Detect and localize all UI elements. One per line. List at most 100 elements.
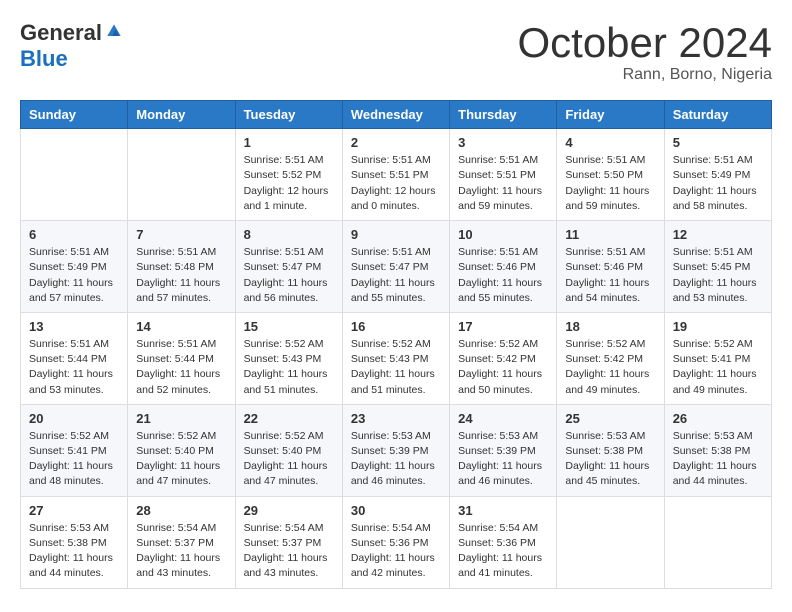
calendar-cell: 30Sunrise: 5:54 AMSunset: 5:36 PMDayligh… (342, 496, 449, 588)
calendar-cell: 12 Sunrise: 5:51 AMSunset: 5:45 PMDayligh… (664, 221, 771, 313)
calendar-cell: 18 Sunrise: 5:52 AMSunset: 5:42 PMDayligh… (557, 312, 664, 404)
day-info: Sunrise: 5:53 AMSunset: 5:39 PMDaylight:… (351, 429, 441, 490)
day-info: Sunrise: 5:51 AMSunset: 5:46 PMDaylight:… (565, 245, 655, 306)
calendar-header-saturday: Saturday (664, 101, 771, 129)
day-number: 22 (244, 411, 334, 426)
calendar-header-sunday: Sunday (21, 101, 128, 129)
day-info: Sunrise: 5:51 AMSunset: 5:50 PMDaylight:… (565, 153, 655, 214)
calendar-cell: 1 Sunrise: 5:51 AMSunset: 5:52 PMDaylight… (235, 129, 342, 221)
day-info: Sunrise: 5:51 AMSunset: 5:51 PMDaylight:… (458, 153, 548, 214)
calendar-cell: 26Sunrise: 5:53 AMSunset: 5:38 PMDayligh… (664, 404, 771, 496)
month-title: October 2024 (517, 20, 772, 66)
day-number: 4 (565, 135, 655, 150)
day-info: Sunrise: 5:53 AMSunset: 5:38 PMDaylight:… (565, 429, 655, 490)
calendar-cell: 25 Sunrise: 5:53 AMSunset: 5:38 PMDayligh… (557, 404, 664, 496)
calendar-header-tuesday: Tuesday (235, 101, 342, 129)
day-info: Sunrise: 5:51 AMSunset: 5:47 PMDaylight:… (351, 245, 441, 306)
logo-icon (104, 21, 124, 41)
calendar-cell: 4 Sunrise: 5:51 AMSunset: 5:50 PMDaylight… (557, 129, 664, 221)
day-number: 14 (136, 319, 226, 334)
calendar-cell: 17 Sunrise: 5:52 AMSunset: 5:42 PMDayligh… (450, 312, 557, 404)
day-number: 20 (29, 411, 119, 426)
calendar-cell: 16Sunrise: 5:52 AMSunset: 5:43 PMDayligh… (342, 312, 449, 404)
day-number: 10 (458, 227, 548, 242)
calendar-cell: 8 Sunrise: 5:51 AMSunset: 5:47 PMDaylight… (235, 221, 342, 313)
day-info: Sunrise: 5:52 AMSunset: 5:41 PMDaylight:… (29, 429, 119, 490)
day-info: Sunrise: 5:54 AMSunset: 5:37 PMDaylight:… (244, 521, 334, 582)
day-info: Sunrise: 5:54 AMSunset: 5:36 PMDaylight:… (458, 521, 548, 582)
calendar-header-monday: Monday (128, 101, 235, 129)
calendar-cell: 2 Sunrise: 5:51 AMSunset: 5:51 PMDaylight… (342, 129, 449, 221)
calendar-cell: 7 Sunrise: 5:51 AMSunset: 5:48 PMDaylight… (128, 221, 235, 313)
calendar-cell: 9Sunrise: 5:51 AMSunset: 5:47 PMDaylight… (342, 221, 449, 313)
day-info: Sunrise: 5:54 AMSunset: 5:37 PMDaylight:… (136, 521, 226, 582)
calendar-cell: 28Sunrise: 5:54 AMSunset: 5:37 PMDayligh… (128, 496, 235, 588)
day-info: Sunrise: 5:52 AMSunset: 5:42 PMDaylight:… (458, 337, 548, 398)
day-number: 21 (136, 411, 226, 426)
day-number: 27 (29, 503, 119, 518)
calendar-cell: 11 Sunrise: 5:51 AMSunset: 5:46 PMDayligh… (557, 221, 664, 313)
calendar-cell (664, 496, 771, 588)
calendar-week-1: 1 Sunrise: 5:51 AMSunset: 5:52 PMDaylight… (21, 129, 772, 221)
day-number: 17 (458, 319, 548, 334)
day-number: 2 (351, 135, 441, 150)
calendar-week-5: 27 Sunrise: 5:53 AMSunset: 5:38 PMDayligh… (21, 496, 772, 588)
calendar-cell: 31 Sunrise: 5:54 AMSunset: 5:36 PMDayligh… (450, 496, 557, 588)
page-header: General Blue October 2024 Rann, Borno, N… (20, 20, 772, 84)
calendar-header-thursday: Thursday (450, 101, 557, 129)
logo-blue: Blue (20, 46, 68, 71)
calendar-week-3: 13 Sunrise: 5:51 AMSunset: 5:44 PMDayligh… (21, 312, 772, 404)
day-number: 15 (244, 319, 334, 334)
day-number: 6 (29, 227, 119, 242)
day-number: 18 (565, 319, 655, 334)
day-info: Sunrise: 5:51 AMSunset: 5:48 PMDaylight:… (136, 245, 226, 306)
day-number: 23 (351, 411, 441, 426)
calendar-cell: 24Sunrise: 5:53 AMSunset: 5:39 PMDayligh… (450, 404, 557, 496)
calendar-cell (557, 496, 664, 588)
day-info: Sunrise: 5:52 AMSunset: 5:42 PMDaylight:… (565, 337, 655, 398)
day-number: 24 (458, 411, 548, 426)
calendar-cell: 3 Sunrise: 5:51 AMSunset: 5:51 PMDaylight… (450, 129, 557, 221)
calendar-header-wednesday: Wednesday (342, 101, 449, 129)
day-info: Sunrise: 5:53 AMSunset: 5:38 PMDaylight:… (673, 429, 763, 490)
calendar-cell: 20 Sunrise: 5:52 AMSunset: 5:41 PMDayligh… (21, 404, 128, 496)
calendar-cell: 22Sunrise: 5:52 AMSunset: 5:40 PMDayligh… (235, 404, 342, 496)
day-number: 13 (29, 319, 119, 334)
calendar-cell: 13 Sunrise: 5:51 AMSunset: 5:44 PMDayligh… (21, 312, 128, 404)
logo-general: General (20, 20, 102, 46)
day-number: 3 (458, 135, 548, 150)
day-number: 12 (673, 227, 763, 242)
day-info: Sunrise: 5:54 AMSunset: 5:36 PMDaylight:… (351, 521, 441, 582)
calendar-cell (21, 129, 128, 221)
day-info: Sunrise: 5:51 AMSunset: 5:47 PMDaylight:… (244, 245, 334, 306)
day-info: Sunrise: 5:51 AMSunset: 5:51 PMDaylight:… (351, 153, 441, 214)
day-number: 5 (673, 135, 763, 150)
calendar-cell: 15Sunrise: 5:52 AMSunset: 5:43 PMDayligh… (235, 312, 342, 404)
day-number: 7 (136, 227, 226, 242)
calendar-cell (128, 129, 235, 221)
day-info: Sunrise: 5:53 AMSunset: 5:38 PMDaylight:… (29, 521, 119, 582)
calendar-header-friday: Friday (557, 101, 664, 129)
day-info: Sunrise: 5:51 AMSunset: 5:46 PMDaylight:… (458, 245, 548, 306)
calendar-week-4: 20 Sunrise: 5:52 AMSunset: 5:41 PMDayligh… (21, 404, 772, 496)
calendar-table: SundayMondayTuesdayWednesdayThursdayFrid… (20, 100, 772, 588)
calendar-cell: 14 Sunrise: 5:51 AMSunset: 5:44 PMDayligh… (128, 312, 235, 404)
day-info: Sunrise: 5:51 AMSunset: 5:44 PMDaylight:… (136, 337, 226, 398)
day-info: Sunrise: 5:51 AMSunset: 5:45 PMDaylight:… (673, 245, 763, 306)
day-info: Sunrise: 5:51 AMSunset: 5:52 PMDaylight:… (244, 153, 334, 214)
day-number: 1 (244, 135, 334, 150)
calendar-header-row: SundayMondayTuesdayWednesdayThursdayFrid… (21, 101, 772, 129)
day-number: 25 (565, 411, 655, 426)
day-number: 29 (244, 503, 334, 518)
day-info: Sunrise: 5:52 AMSunset: 5:40 PMDaylight:… (136, 429, 226, 490)
day-number: 8 (244, 227, 334, 242)
day-number: 19 (673, 319, 763, 334)
day-number: 31 (458, 503, 548, 518)
calendar-cell: 5Sunrise: 5:51 AMSunset: 5:49 PMDaylight… (664, 129, 771, 221)
day-number: 16 (351, 319, 441, 334)
calendar-cell: 23 Sunrise: 5:53 AMSunset: 5:39 PMDayligh… (342, 404, 449, 496)
day-info: Sunrise: 5:51 AMSunset: 5:44 PMDaylight:… (29, 337, 119, 398)
logo: General Blue (20, 20, 124, 72)
calendar-week-2: 6Sunrise: 5:51 AMSunset: 5:49 PMDaylight… (21, 221, 772, 313)
day-number: 11 (565, 227, 655, 242)
